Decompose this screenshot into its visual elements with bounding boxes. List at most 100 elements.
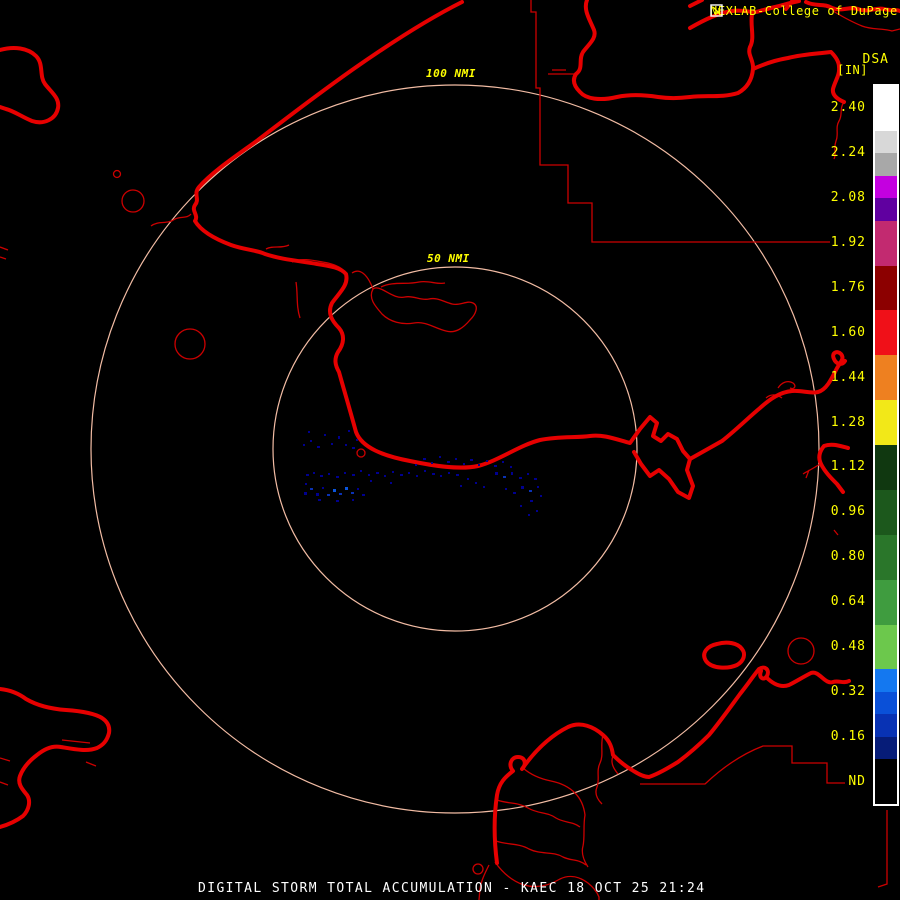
estuary-line xyxy=(548,70,576,74)
lake-island-southeast xyxy=(704,643,744,668)
boundary-right-edge xyxy=(878,810,887,887)
precip-pixel xyxy=(306,474,309,476)
precip-pixel xyxy=(351,492,354,494)
scale-tick-label: 1.60 xyxy=(796,325,866,340)
precip-pixel xyxy=(527,473,529,475)
scale-band-0.96 xyxy=(875,490,897,535)
river-top-center xyxy=(574,0,690,99)
precip-pixel xyxy=(510,466,512,468)
precip-pixel xyxy=(324,434,326,436)
precip-pixel xyxy=(494,465,497,467)
precip-pixel xyxy=(362,494,365,496)
precip-pixel xyxy=(322,487,324,489)
precip-pixel xyxy=(534,478,537,480)
scale-tick-label: 0.80 xyxy=(796,549,866,564)
scale-tick-label: 1.92 xyxy=(796,235,866,250)
precip-pixel xyxy=(352,474,355,476)
precip-pixel xyxy=(455,458,457,460)
precip-pixel xyxy=(424,470,426,472)
precip-pixel xyxy=(305,483,307,485)
precip-pixel xyxy=(333,489,336,492)
scale-tick-label: 0.64 xyxy=(796,594,866,609)
scale-band-0.32 xyxy=(875,669,897,714)
bay-outline xyxy=(352,271,476,332)
small-lake xyxy=(473,864,483,874)
product-caption: DIGITAL STORM TOTAL ACCUMULATION - KAEC … xyxy=(198,881,705,896)
scale-band-1.92 xyxy=(875,221,897,266)
page-title: NEXLAB-College of DuPage xyxy=(710,4,898,18)
scale-tick-label: 0.32 xyxy=(796,684,866,699)
precip-pixel xyxy=(439,456,441,458)
precip-pixel xyxy=(345,444,347,446)
precip-pixel xyxy=(370,480,372,482)
product-units-label: [IN] xyxy=(837,63,868,77)
small-lake xyxy=(357,449,365,457)
precip-pixel xyxy=(352,447,355,449)
precip-pixel xyxy=(432,473,435,475)
lake-blob-topleft xyxy=(0,48,58,122)
scale-tick-label: ND xyxy=(796,774,866,789)
precip-pixel xyxy=(416,475,418,477)
precip-pixel xyxy=(336,500,339,502)
precip-pixel xyxy=(440,475,442,477)
precip-pixel xyxy=(456,474,459,476)
precip-pixel xyxy=(513,492,516,494)
precip-pixel xyxy=(536,510,538,512)
precip-pixel xyxy=(376,472,379,474)
precip-pixel xyxy=(352,499,354,501)
precip-pixel xyxy=(310,488,313,490)
precip-pixel xyxy=(475,482,477,484)
precip-pixel xyxy=(520,505,522,507)
coastline-northeast xyxy=(690,352,845,459)
precip-pixel xyxy=(331,443,333,445)
precip-pixel xyxy=(313,472,315,474)
precip-pixel xyxy=(400,474,403,476)
range-label-50nmi: 50 NMI xyxy=(427,252,470,265)
radar-map xyxy=(0,0,900,900)
precip-pixel xyxy=(502,461,504,463)
scale-tick-label: 1.76 xyxy=(796,280,866,295)
scale-band-ND xyxy=(875,759,897,804)
scale-band-2.40 xyxy=(875,86,897,131)
precip-pixel xyxy=(336,476,339,478)
cod-window-arrow-icon xyxy=(710,4,723,17)
precip-pixel xyxy=(511,472,513,475)
radar-display: NEXLAB-College of DuPage DSA [IN] 100 NM… xyxy=(0,0,900,900)
scale-tick-label: 1.44 xyxy=(796,370,866,385)
precip-pixel xyxy=(308,431,310,433)
scale-tick-label: 0.48 xyxy=(796,639,866,654)
small-lake xyxy=(114,171,121,178)
precip-pixel xyxy=(519,477,522,479)
coastlines-thick xyxy=(0,0,900,863)
scale-band-1.12 xyxy=(875,445,897,490)
bay-north-rim xyxy=(381,282,445,287)
precip-pixel xyxy=(505,488,507,490)
precip-pixel xyxy=(338,436,340,439)
precip-pixel xyxy=(530,500,533,502)
river-topright xyxy=(690,14,844,102)
color-scale-bar xyxy=(873,84,899,806)
precip-pixel xyxy=(467,478,469,480)
range-ring-50nmi xyxy=(273,267,637,631)
precip-pixel xyxy=(360,470,362,472)
precip-pixel xyxy=(348,430,350,432)
precip-pixel xyxy=(537,486,539,488)
scale-band-0.16 xyxy=(875,714,897,759)
scale-band-0.80 xyxy=(875,535,897,580)
precip-pixel xyxy=(408,472,410,474)
scale-tick-label: 1.12 xyxy=(796,459,866,474)
coast-detail-marsh xyxy=(151,214,300,318)
precip-pixel xyxy=(478,464,480,466)
precip-pixel xyxy=(356,439,358,441)
scale-band-1.28 xyxy=(875,400,897,445)
precip-pixel xyxy=(503,476,506,478)
precip-pixel xyxy=(495,472,498,475)
small-lake xyxy=(122,190,144,212)
edge-fragments xyxy=(0,247,96,785)
scale-band-1.60 xyxy=(875,310,897,355)
precip-pixel xyxy=(415,464,417,466)
precip-pixel xyxy=(327,494,330,496)
precip-pixel xyxy=(318,499,321,501)
precip-pixel xyxy=(483,486,485,488)
peninsula-bottom-left xyxy=(0,689,109,827)
